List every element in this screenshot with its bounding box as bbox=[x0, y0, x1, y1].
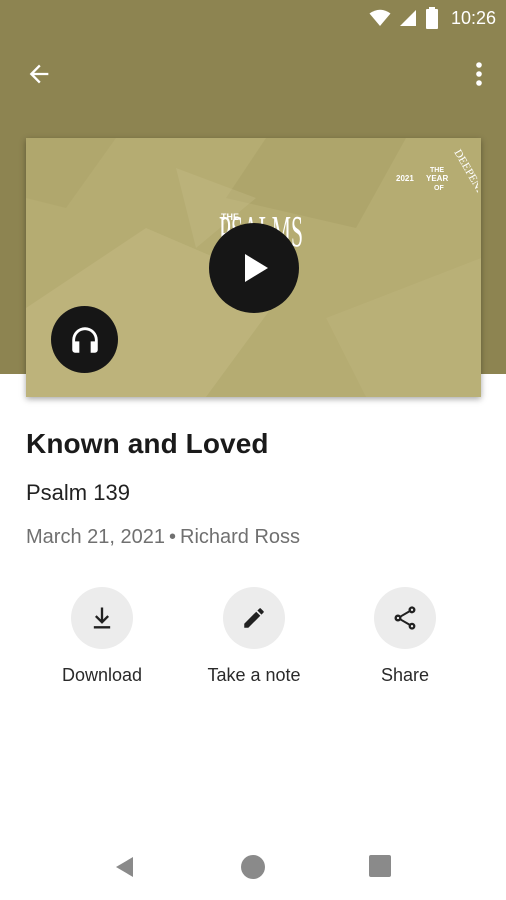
year-logo-of: OF bbox=[434, 185, 444, 192]
download-button[interactable] bbox=[71, 587, 133, 649]
audio-button[interactable] bbox=[51, 306, 118, 373]
wifi-icon bbox=[369, 9, 391, 26]
download-icon bbox=[93, 607, 111, 629]
play-icon bbox=[245, 254, 268, 282]
sermon-title: Known and Loved bbox=[26, 428, 269, 459]
more-options-button[interactable] bbox=[466, 58, 492, 90]
share-label: Share bbox=[380, 665, 430, 685]
system-nav-bar bbox=[0, 832, 506, 900]
play-button[interactable] bbox=[209, 223, 299, 313]
year-logo-year: 2021 bbox=[396, 174, 414, 183]
year-logo-year-word: YEAR bbox=[426, 174, 448, 183]
sermon-scripture: Psalm 139 bbox=[26, 480, 130, 505]
battery-icon bbox=[425, 7, 438, 29]
download-label: Download bbox=[61, 665, 143, 685]
year-logo-the: THE bbox=[430, 167, 444, 174]
nav-home-icon[interactable] bbox=[241, 855, 265, 879]
pencil-icon bbox=[244, 608, 264, 628]
nav-back-icon[interactable] bbox=[112, 854, 138, 880]
take-note-button[interactable] bbox=[223, 587, 285, 649]
status-icons: 10:26 bbox=[369, 6, 496, 30]
share-button[interactable] bbox=[374, 587, 436, 649]
headphones-icon bbox=[71, 326, 98, 353]
take-note-label: Take a note bbox=[207, 665, 301, 685]
year-logo: 2021 THE YEAR OF DEEPENING bbox=[396, 148, 478, 209]
year-logo-word: DEEPENING bbox=[451, 148, 478, 209]
arrow-back-icon bbox=[29, 64, 49, 84]
share-action[interactable]: Share bbox=[335, 587, 475, 686]
sermon-speaker: Richard Ross bbox=[180, 526, 301, 548]
download-action[interactable]: Download bbox=[32, 587, 172, 686]
take-note-action[interactable]: Take a note bbox=[184, 587, 324, 686]
back-button[interactable] bbox=[16, 58, 62, 90]
status-time: 10:26 bbox=[450, 7, 496, 28]
status-bar: 10:26 bbox=[0, 0, 506, 36]
sermon-date: March 21, 2021 bbox=[26, 526, 165, 548]
signal-icon bbox=[399, 10, 416, 26]
share-icon bbox=[394, 606, 416, 630]
sermon-meta: March 21, 2021 • Richard Ross bbox=[26, 526, 300, 549]
meta-separator: • bbox=[168, 526, 176, 548]
more-vert-icon bbox=[476, 62, 482, 86]
nav-recents-icon[interactable] bbox=[369, 855, 391, 877]
